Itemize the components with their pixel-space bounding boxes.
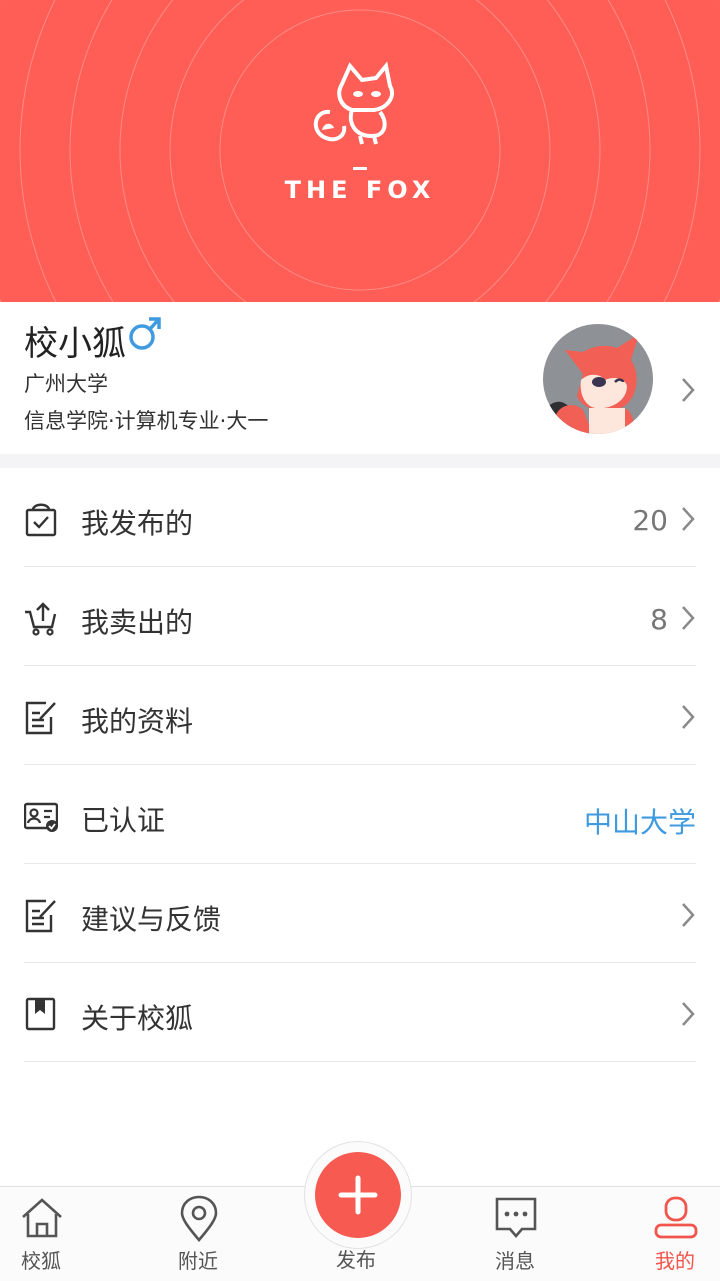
tab-label: 我的: [655, 1249, 695, 1273]
chevron-right-icon: [682, 606, 695, 630]
logo-dash: [353, 167, 367, 170]
tab-messages[interactable]: 消息: [455, 1187, 575, 1281]
menu-item-my-sold[interactable]: 我卖出的 8: [24, 567, 696, 666]
user-name: 校小狐: [24, 324, 126, 364]
chevron-right-icon: [682, 378, 695, 402]
menu-label: 我发布的: [81, 507, 194, 540]
feedback-icon: [25, 899, 56, 933]
verified-school: 中山大学: [583, 806, 696, 839]
chevron-right-icon: [682, 1002, 695, 1026]
plus-icon: [338, 1175, 378, 1215]
menu-count: 8: [650, 603, 668, 636]
male-icon: [129, 317, 161, 350]
menu-item-verified[interactable]: 已认证 中山大学: [24, 765, 696, 864]
fox-avatar-icon: [543, 334, 639, 434]
menu-item-about[interactable]: 关于校狐: [24, 963, 696, 1062]
profile-card[interactable]: 校小狐 广州大学 信息学院·计算机专业·大一: [0, 302, 720, 454]
chevron-right-icon: [682, 507, 695, 531]
user-department: 信息学院·计算机专业·大一: [24, 409, 269, 433]
location-icon: [180, 1195, 218, 1243]
bag-check-icon: [25, 503, 57, 537]
id-card-verified-icon: [24, 802, 58, 832]
publish-label: 发布: [336, 1248, 376, 1272]
tab-label: 消息: [495, 1249, 535, 1273]
fox-logo-icon: [314, 61, 394, 145]
header-banner: THE FOX: [0, 0, 720, 302]
tab-home[interactable]: 校狐: [0, 1187, 101, 1281]
tab-label: 附近: [178, 1249, 218, 1273]
publish-button[interactable]: [315, 1152, 401, 1238]
cart-upload-icon: [25, 602, 57, 636]
menu-label: 我的资料: [81, 705, 194, 738]
menu-label: 我卖出的: [81, 606, 194, 639]
menu-label: 关于校狐: [81, 1002, 194, 1035]
menu-item-my-profile[interactable]: 我的资料: [24, 666, 696, 765]
menu-list: 我发布的 20 我卖出的 8 我的资料 已认证 中山大学 建议与反馈 关于校狐: [0, 468, 720, 1062]
tab-nearby[interactable]: 附近: [138, 1187, 258, 1281]
person-icon: [654, 1196, 698, 1239]
tab-me[interactable]: 我的: [615, 1187, 720, 1281]
menu-label: 建议与反馈: [81, 903, 222, 936]
chevron-right-icon: [682, 903, 695, 927]
ring-pattern: [0, 0, 720, 302]
bookmark-icon: [25, 997, 56, 1031]
logo-text: THE FOX: [284, 176, 436, 204]
message-icon: [495, 1197, 537, 1238]
user-school: 广州大学: [24, 372, 108, 396]
menu-label: 已认证: [81, 804, 166, 837]
edit-doc-icon: [25, 701, 56, 735]
chevron-right-icon: [682, 705, 695, 729]
avatar[interactable]: [543, 324, 653, 434]
menu-item-my-posts[interactable]: 我发布的 20: [24, 468, 696, 567]
home-icon: [22, 1198, 62, 1238]
tab-label: 校狐: [21, 1249, 61, 1273]
menu-item-feedback[interactable]: 建议与反馈: [24, 864, 696, 963]
section-divider: [0, 454, 720, 468]
menu-count: 20: [632, 504, 668, 537]
